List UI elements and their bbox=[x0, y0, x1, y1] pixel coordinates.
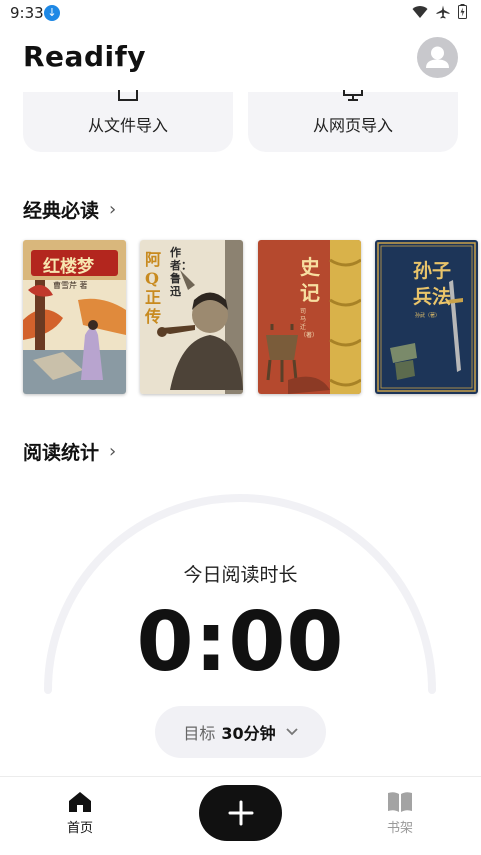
book-title: 史记 bbox=[300, 255, 320, 305]
goal-label: 目标 bbox=[183, 724, 216, 743]
file-import-icon bbox=[118, 90, 138, 101]
classics-title: 经典必读 bbox=[23, 200, 100, 222]
status-bar: 9:33 ↓ bbox=[0, 0, 481, 28]
book-title: 孙子兵法 bbox=[413, 260, 452, 308]
nav-home-label: 首页 bbox=[66, 821, 93, 836]
today-reading-time: 0:00 bbox=[136, 595, 345, 690]
wifi-icon bbox=[412, 5, 428, 18]
download-icon: ↓ bbox=[44, 5, 60, 21]
add-button[interactable] bbox=[199, 785, 282, 841]
status-time: 9:33 bbox=[10, 4, 44, 22]
classics-book-list: 红楼梦 曹雪芹 著 阿Q正传 作者：鲁迅 史记 司马迁（著） bbox=[23, 240, 481, 395]
book-aqzhengzhuan[interactable]: 阿Q正传 作者：鲁迅 bbox=[140, 240, 243, 394]
nav-bookshelf-label: 书架 bbox=[386, 821, 413, 836]
today-reading-label: 今日阅读时长 bbox=[183, 564, 298, 586]
home-icon bbox=[69, 792, 91, 812]
import-from-web-label: 从网页导入 bbox=[312, 116, 393, 135]
book-author: 司马迁（著） bbox=[300, 308, 318, 339]
book-open-icon bbox=[388, 792, 412, 812]
stats-title: 阅读统计 bbox=[23, 442, 100, 464]
airplane-icon bbox=[436, 5, 450, 18]
book-author: 曹雪芹 著 bbox=[53, 281, 88, 290]
chevron-right-icon: › bbox=[109, 441, 117, 462]
goal-value: 30分钟 bbox=[221, 724, 276, 743]
avatar[interactable] bbox=[417, 37, 458, 78]
classics-section-header[interactable]: 经典必读 › bbox=[23, 196, 116, 223]
stats-section-header[interactable]: 阅读统计 › bbox=[23, 438, 116, 465]
chevron-down-icon bbox=[286, 724, 298, 740]
book-sunzibingfa[interactable]: 孙子兵法 孙武（著） bbox=[375, 240, 478, 394]
import-from-web-button[interactable]: 从网页导入 bbox=[248, 90, 458, 152]
status-icons bbox=[412, 4, 467, 19]
import-from-file-button[interactable]: 从文件导入 bbox=[23, 90, 233, 152]
book-shiji[interactable]: 史记 司马迁（著） bbox=[258, 240, 361, 394]
nav-home[interactable]: 首页 bbox=[50, 791, 110, 836]
book-hongloumeng[interactable]: 红楼梦 曹雪芹 著 bbox=[23, 240, 126, 394]
app-title: Readify bbox=[23, 40, 147, 73]
book-author: 作者：鲁迅 bbox=[170, 246, 192, 298]
book-author: 孙武（著） bbox=[415, 313, 441, 319]
chevron-right-icon: › bbox=[109, 199, 117, 220]
book-title: 红楼梦 bbox=[43, 257, 94, 277]
import-from-file-label: 从文件导入 bbox=[87, 116, 168, 135]
reading-goal-selector[interactable]: 目标 30分钟 bbox=[155, 706, 326, 758]
user-icon bbox=[426, 46, 449, 68]
web-import-icon bbox=[343, 90, 363, 101]
battery-icon bbox=[458, 4, 467, 19]
book-title: 阿Q正传 bbox=[145, 250, 162, 326]
nav-bookshelf[interactable]: 书架 bbox=[370, 791, 430, 836]
plus-icon bbox=[228, 800, 253, 826]
